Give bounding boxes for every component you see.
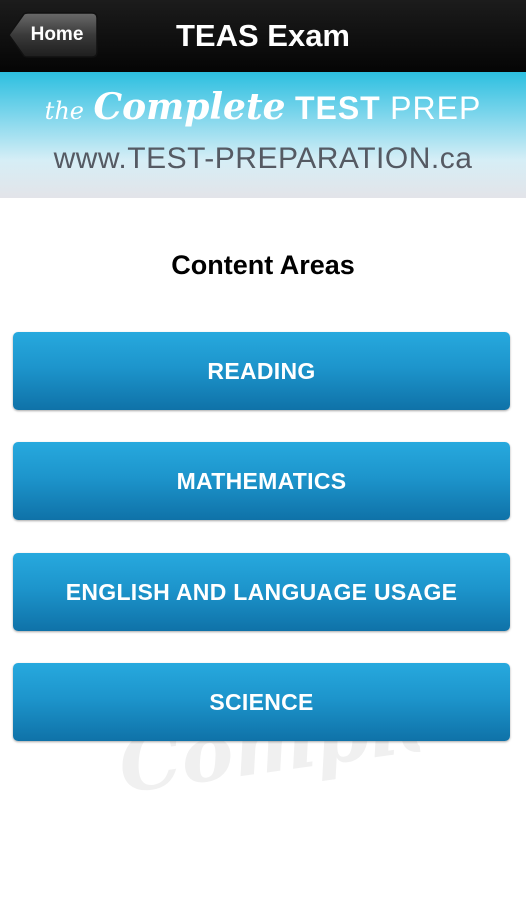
mathematics-button[interactable]: MATHEMATICS <box>13 442 510 520</box>
brand-logo: the Complete TEST PREP <box>0 86 526 128</box>
navigation-bar: Home TEAS Exam <box>0 0 526 72</box>
brand-prep-text: PREP <box>390 90 482 126</box>
page-title: TEAS Exam <box>175 18 350 53</box>
reading-button[interactable]: READING <box>13 332 510 410</box>
brand-complete-text: Complete <box>93 86 286 128</box>
science-button[interactable]: SCIENCE <box>13 663 510 741</box>
brand-the-text: the <box>44 97 84 125</box>
brand-banner: the Complete TEST PREP www.TEST-PREPARAT… <box>0 72 526 198</box>
brand-url: www.TEST-PREPARATION.ca <box>53 142 473 175</box>
section-title: Content Areas <box>171 250 355 280</box>
english-language-usage-button[interactable]: ENGLISH AND LANGUAGE USAGE <box>13 553 510 631</box>
brand-test-text: TEST <box>294 90 381 126</box>
